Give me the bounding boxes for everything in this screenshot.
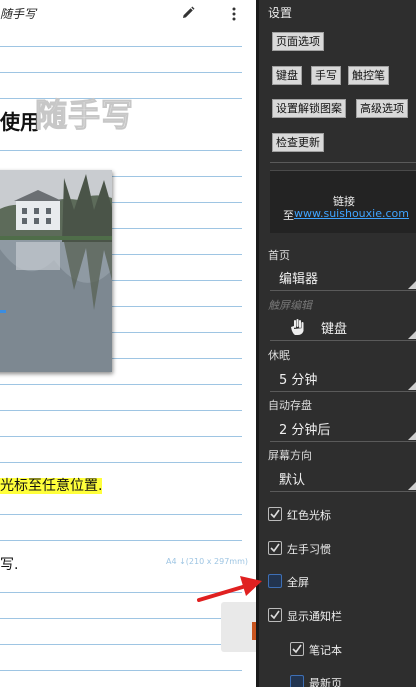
paper-size-indicator: A4 ↓(210 x 297mm) — [166, 557, 248, 566]
touch-edit-value: 键盘 — [321, 322, 348, 337]
link-prefix: 至 — [283, 209, 294, 222]
hand-icon — [291, 319, 304, 335]
landscape-photo[interactable] — [0, 170, 112, 372]
show-notification-bar-checkbox[interactable] — [268, 608, 282, 622]
red-cursor-checkbox[interactable] — [268, 507, 282, 521]
orientation-label: 屏幕方向 — [268, 449, 312, 462]
spinner-corner-icon — [408, 482, 416, 490]
latest-page-checkbox[interactable] — [290, 675, 304, 687]
app-title: 随手写 — [0, 7, 37, 21]
autosave-spinner[interactable]: 2 分钟后 — [270, 415, 416, 442]
home-label: 首页 — [268, 249, 290, 262]
notebook-label: 笔记本 — [309, 644, 342, 657]
advanced-options-button[interactable]: 高级选项 — [356, 99, 408, 118]
home-spinner[interactable]: 编辑器 — [270, 264, 416, 291]
fullscreen-label: 全屏 — [287, 576, 309, 589]
touch-edit-label: 触屏编辑 — [268, 299, 312, 312]
orientation-value: 默认 — [279, 473, 306, 488]
rule-line — [0, 436, 242, 437]
settings-title: 设置 — [268, 6, 293, 20]
autosave-value: 2 分钟后 — [279, 423, 331, 438]
page-options-button[interactable]: 页面选项 — [272, 32, 324, 51]
settings-drawer: 设置 页面选项 键盘 手写 触控笔 设置解锁图案 高级选项 检查更新 链接 至 … — [256, 0, 416, 687]
touch-pen-button[interactable]: 触控笔 — [348, 66, 389, 85]
orientation-spinner[interactable]: 默认 — [270, 465, 416, 492]
rule-line — [0, 72, 242, 73]
rule-line — [0, 46, 242, 47]
divider — [270, 162, 416, 163]
fullscreen-checkbox[interactable] — [268, 574, 282, 588]
red-cursor-label: 红色光标 — [287, 509, 331, 522]
checkmark-icon — [270, 509, 280, 519]
app-logo-watermark: 随手写 — [34, 96, 135, 135]
sleep-value: 5 分钟 — [279, 373, 318, 388]
drawer-drag-handle[interactable] — [221, 602, 256, 652]
rule-line — [0, 670, 242, 671]
checkmark-icon — [292, 644, 302, 654]
spinner-corner-icon — [408, 382, 416, 390]
unlock-pattern-button[interactable]: 设置解锁图案 — [272, 99, 346, 118]
rule-line — [0, 644, 242, 645]
rule-line — [0, 462, 242, 463]
home-value: 编辑器 — [279, 272, 319, 287]
left-handed-checkbox[interactable] — [268, 541, 282, 555]
overflow-menu-icon[interactable] — [227, 7, 241, 21]
rule-line — [0, 150, 242, 151]
checkmark-icon — [270, 610, 280, 620]
show-notification-bar-label: 显示通知栏 — [287, 610, 342, 623]
pencil-icon[interactable] — [181, 6, 195, 20]
rule-line — [0, 618, 242, 619]
left-handed-label: 左手习惯 — [287, 543, 331, 556]
autosave-label: 自动存盘 — [268, 399, 312, 412]
highlighted-text: 光标至任意位置. — [0, 478, 103, 494]
top-toolbar: 随手写 — [0, 0, 256, 28]
sleep-spinner[interactable]: 5 分钟 — [270, 365, 416, 392]
checkmark-icon — [270, 543, 280, 553]
note-line-text: 写. — [0, 557, 19, 573]
latest-page-label: 最新页 — [309, 677, 342, 687]
website-link[interactable]: www.suishouxie.com — [294, 207, 409, 220]
spinner-corner-icon — [408, 331, 416, 339]
rule-line — [0, 410, 242, 411]
sleep-label: 休眠 — [268, 349, 290, 362]
rule-line — [0, 514, 242, 515]
spinner-corner-icon — [408, 281, 416, 289]
handwriting-button[interactable]: 手写 — [311, 66, 341, 85]
check-update-button[interactable]: 检查更新 — [272, 133, 324, 152]
notebook-checkbox[interactable] — [290, 642, 304, 656]
red-pointer-arrow-icon — [197, 576, 262, 602]
rule-line — [0, 540, 242, 541]
touch-edit-spinner[interactable]: 键盘 — [270, 314, 416, 341]
spinner-corner-icon — [408, 432, 416, 440]
note-heading: 使用 — [0, 110, 40, 134]
rule-line — [0, 384, 242, 385]
keyboard-button[interactable]: 键盘 — [272, 66, 302, 85]
